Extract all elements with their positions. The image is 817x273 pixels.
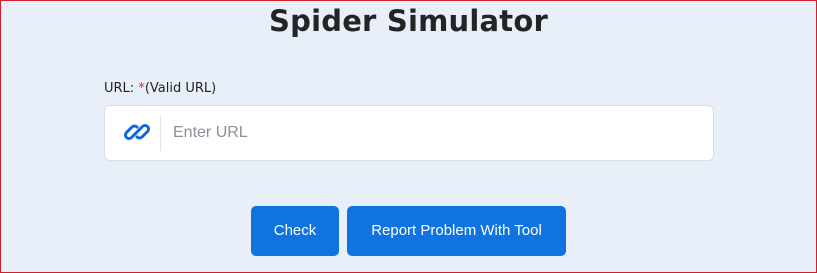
- tool-panel: Spider Simulator URL: *(Valid URL) Check…: [0, 0, 817, 273]
- input-divider: [160, 116, 161, 151]
- url-hint-text: (Valid URL): [144, 81, 217, 96]
- page-title: Spider Simulator: [269, 4, 548, 38]
- link-icon: [121, 116, 153, 148]
- report-problem-button[interactable]: Report Problem With Tool: [347, 206, 566, 256]
- url-input[interactable]: [173, 112, 703, 154]
- check-button[interactable]: Check: [251, 206, 339, 256]
- url-label-text: URL:: [104, 81, 135, 96]
- url-field-label: URL: *(Valid URL): [104, 80, 216, 98]
- url-input-group: [104, 105, 714, 161]
